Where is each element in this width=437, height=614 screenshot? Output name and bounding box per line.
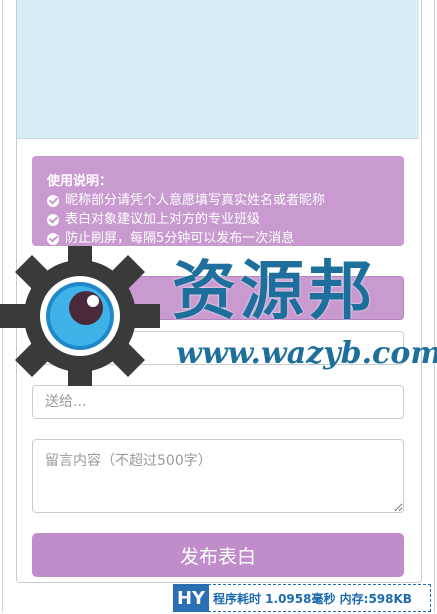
- stats-footer: HY 程序耗时 1.0958毫秒 内存:598KB: [173, 584, 431, 612]
- publish-button[interactable]: 发布表白: [32, 533, 404, 577]
- cover-image: [17, 0, 419, 139]
- notice-item: 昵称部分请凭个人意愿填写真实姓名或者昵称: [47, 191, 404, 210]
- check-circle-icon: [47, 232, 59, 245]
- watermark-title: 资源邦: [172, 254, 376, 329]
- message-textarea[interactable]: [32, 439, 404, 513]
- notice-item: 表白对象建议加上对方的专业班级: [47, 210, 404, 229]
- recipient-input[interactable]: [32, 385, 404, 419]
- notice-title: 使用说明：: [47, 174, 113, 189]
- usage-notice: 使用说明： 昵称部分请凭个人意愿填写真实姓名或者昵称 表白对象建议加上对方的专业…: [32, 156, 404, 246]
- runtime-stats: 程序耗时 1.0958毫秒 内存:598KB: [213, 591, 412, 606]
- notice-item-text: 表白对象建议加上对方的专业班级: [65, 212, 261, 227]
- check-circle-icon: [47, 213, 59, 226]
- gear-eye-logo-icon: [0, 246, 160, 386]
- hy-badge: HY: [173, 584, 209, 612]
- check-circle-icon: [47, 194, 59, 207]
- notice-item-text: 昵称部分请凭个人意愿填写真实姓名或者昵称: [65, 193, 326, 208]
- watermark-url: www.wazyb.com: [176, 336, 437, 371]
